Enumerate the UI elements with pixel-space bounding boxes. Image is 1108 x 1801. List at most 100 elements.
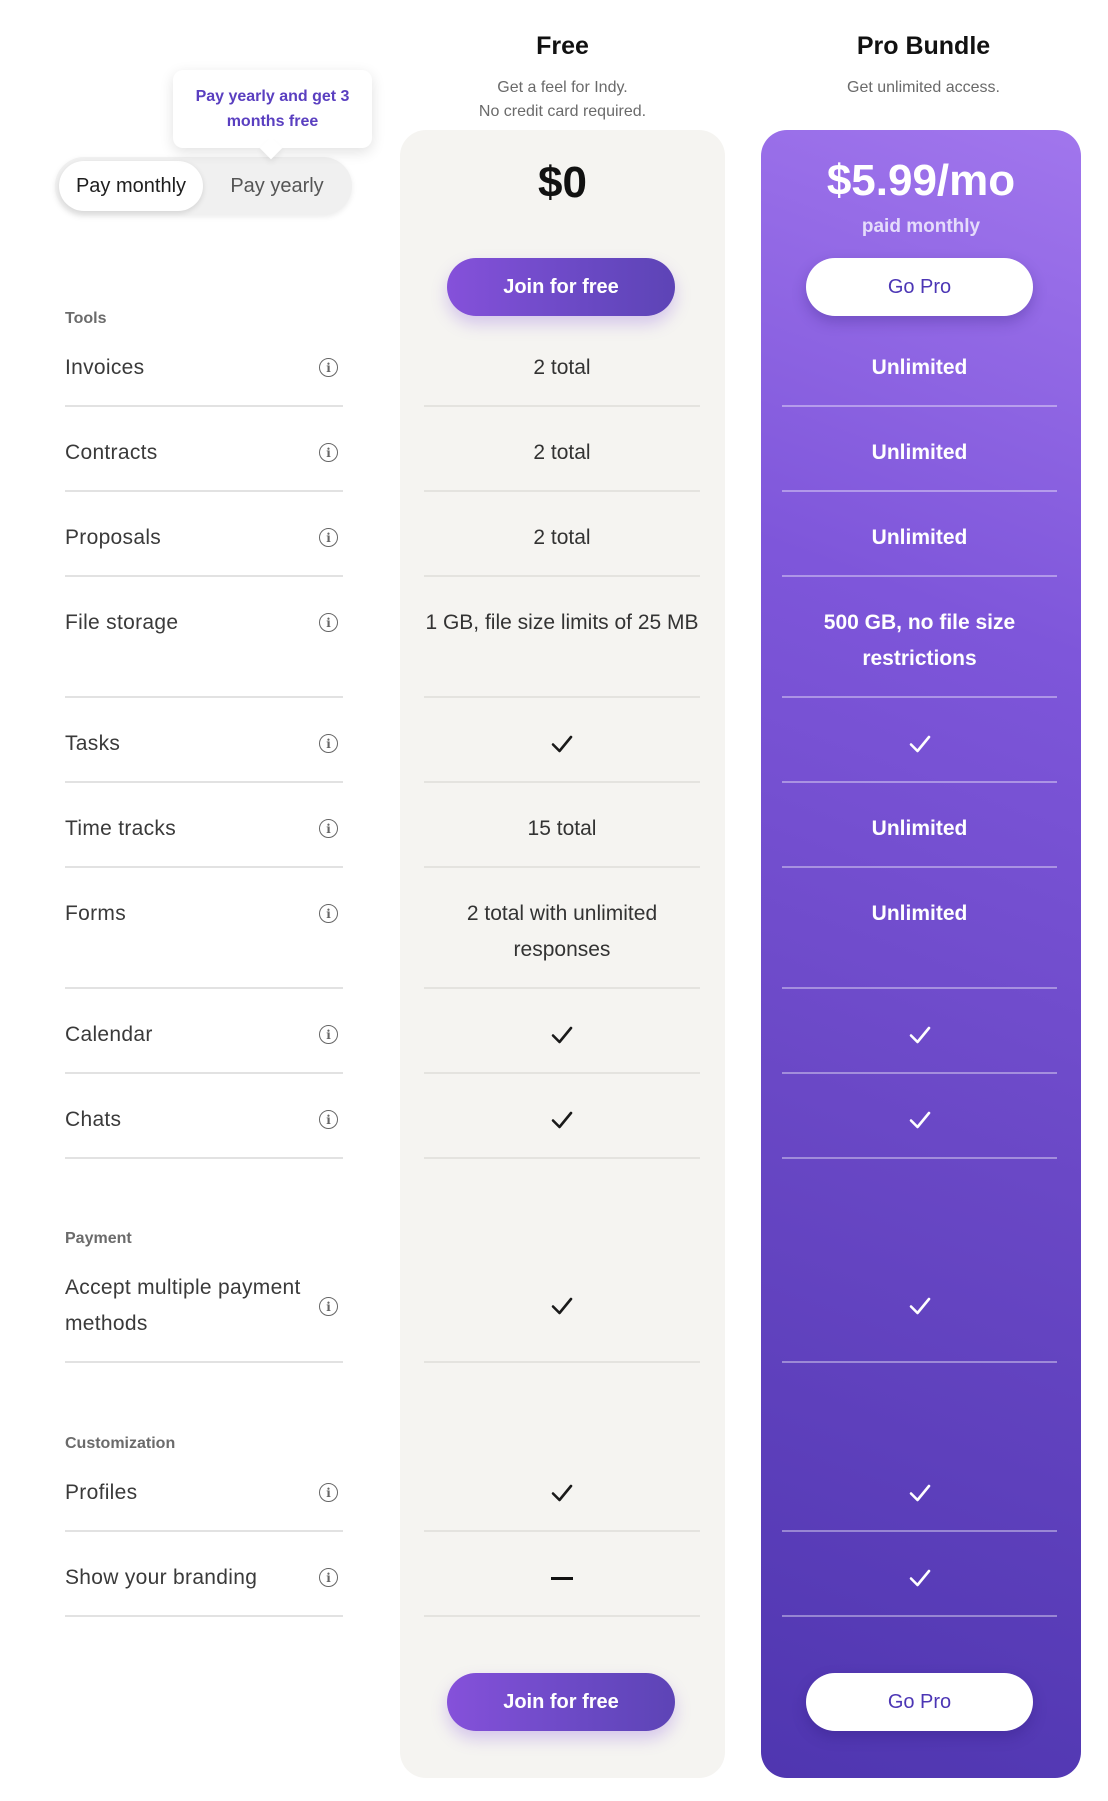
feature-label: Profiles — [65, 1481, 138, 1504]
row-divider — [424, 1361, 700, 1363]
info-icon[interactable]: i — [319, 1110, 338, 1129]
row-divider — [65, 781, 343, 783]
free-checkmark-icon — [424, 726, 700, 762]
info-icon[interactable]: i — [319, 734, 338, 753]
row-divider — [782, 1615, 1057, 1617]
feature-label: Invoices — [65, 356, 145, 379]
row-divider — [782, 1530, 1057, 1532]
free-plan-description: Get a feel for Indy. No credit card requ… — [400, 76, 725, 124]
row-divider — [424, 1530, 700, 1532]
feature-label: Accept multiple payment methods — [65, 1276, 301, 1335]
row-divider — [424, 1072, 700, 1074]
pro-plan-value: 500 GB, no file size restrictions — [823, 611, 1016, 670]
free-plan-price: $0 — [538, 158, 587, 207]
row-divider — [782, 575, 1057, 577]
row-divider — [424, 575, 700, 577]
row-divider — [424, 781, 700, 783]
free-plan-header: Free Get a feel for Indy. No credit card… — [400, 30, 725, 124]
info-icon[interactable]: i — [319, 1025, 338, 1044]
row-divider — [424, 987, 700, 989]
row-divider — [782, 490, 1057, 492]
free-plan-value: 2 total — [533, 356, 591, 379]
free-checkmark-icon — [424, 1288, 700, 1324]
feature-label: Proposals — [65, 526, 162, 549]
row-divider — [782, 781, 1057, 783]
pro-plan-value: Unlimited — [871, 356, 968, 379]
free-plan-value: 1 GB, file size limits of 25 MB — [425, 611, 699, 634]
free-plan-name: Free — [536, 32, 589, 60]
pro-plan-name: Pro Bundle — [856, 32, 991, 60]
info-icon[interactable]: i — [319, 1483, 338, 1502]
join-for-free-button[interactable]: Join for free — [447, 258, 675, 316]
row-divider — [424, 866, 700, 868]
info-icon[interactable]: i — [319, 1297, 338, 1316]
feature-label: Time tracks — [65, 817, 177, 840]
free-dash-icon — [424, 1560, 700, 1596]
row-divider — [424, 405, 700, 407]
pro-plan-header: Pro Bundle Get unlimited access. — [761, 30, 1086, 100]
free-checkmark-icon — [424, 1475, 700, 1511]
row-divider — [782, 1072, 1057, 1074]
info-icon[interactable]: i — [319, 819, 338, 838]
row-divider — [782, 405, 1057, 407]
row-divider — [782, 987, 1057, 989]
pro-checkmark-icon — [782, 1288, 1057, 1324]
info-icon[interactable]: i — [319, 358, 338, 377]
pro-checkmark-icon — [782, 726, 1057, 762]
section-heading: Payment — [65, 1230, 132, 1247]
free-plan-description-line: No credit card required. — [478, 103, 647, 120]
row-divider — [65, 866, 343, 868]
row-divider — [65, 1361, 343, 1363]
join-for-free-button-bottom[interactable]: Join for free — [447, 1673, 675, 1731]
go-pro-button[interactable]: Go Pro — [806, 258, 1033, 316]
info-icon[interactable]: i — [319, 1568, 338, 1587]
row-divider — [65, 1530, 343, 1532]
row-divider — [782, 1157, 1057, 1159]
row-divider — [65, 1615, 343, 1617]
yearly-discount-tooltip: Pay yearly and get 3 months free — [173, 70, 372, 148]
row-divider — [782, 696, 1057, 698]
pay-yearly-option[interactable]: Pay yearly — [207, 161, 347, 211]
row-divider — [65, 987, 343, 989]
info-icon[interactable]: i — [319, 613, 338, 632]
feature-label: Contracts — [65, 441, 158, 464]
free-plan-description-line: Get a feel for Indy. — [497, 79, 628, 96]
row-divider — [65, 1157, 343, 1159]
row-divider — [782, 866, 1057, 868]
pro-plan-value: Unlimited — [871, 817, 968, 840]
info-icon[interactable]: i — [319, 904, 338, 923]
pro-plan-value: Unlimited — [871, 902, 968, 925]
pro-checkmark-icon — [782, 1017, 1057, 1053]
info-icon[interactable]: i — [319, 443, 338, 462]
section-heading: Customization — [65, 1435, 176, 1452]
go-pro-button-bottom[interactable]: Go Pro — [806, 1673, 1033, 1731]
row-divider — [424, 1157, 700, 1159]
free-checkmark-icon — [424, 1102, 700, 1138]
row-divider — [424, 696, 700, 698]
billing-period-toggle[interactable]: Pay monthly Pay yearly — [55, 157, 352, 215]
free-plan-value: 2 total — [533, 526, 591, 549]
feature-label: Tasks — [65, 732, 121, 755]
row-divider — [424, 1615, 700, 1617]
row-divider — [65, 1072, 343, 1074]
pro-plan-value: Unlimited — [871, 526, 968, 549]
row-divider — [782, 1361, 1057, 1363]
pro-plan-description-line: Get unlimited access. — [847, 79, 1000, 96]
feature-label: Calendar — [65, 1023, 153, 1046]
info-icon[interactable]: i — [319, 528, 338, 547]
pay-monthly-option[interactable]: Pay monthly — [59, 161, 203, 211]
free-plan-value: 2 total — [533, 441, 591, 464]
feature-label: Forms — [65, 902, 126, 925]
pro-checkmark-icon — [782, 1102, 1057, 1138]
row-divider — [65, 575, 343, 577]
free-checkmark-icon — [424, 1017, 700, 1053]
pro-plan-price: $5.99/mo — [826, 156, 1016, 205]
row-divider — [65, 490, 343, 492]
pro-plan-billing-note: paid monthly — [861, 216, 981, 237]
pro-plan-description: Get unlimited access. — [761, 76, 1086, 100]
pro-checkmark-icon — [782, 1560, 1057, 1596]
feature-label: Show your branding — [65, 1566, 258, 1589]
pro-checkmark-icon — [782, 1475, 1057, 1511]
section-heading: Tools — [65, 310, 107, 327]
pro-plan-value: Unlimited — [871, 441, 968, 464]
